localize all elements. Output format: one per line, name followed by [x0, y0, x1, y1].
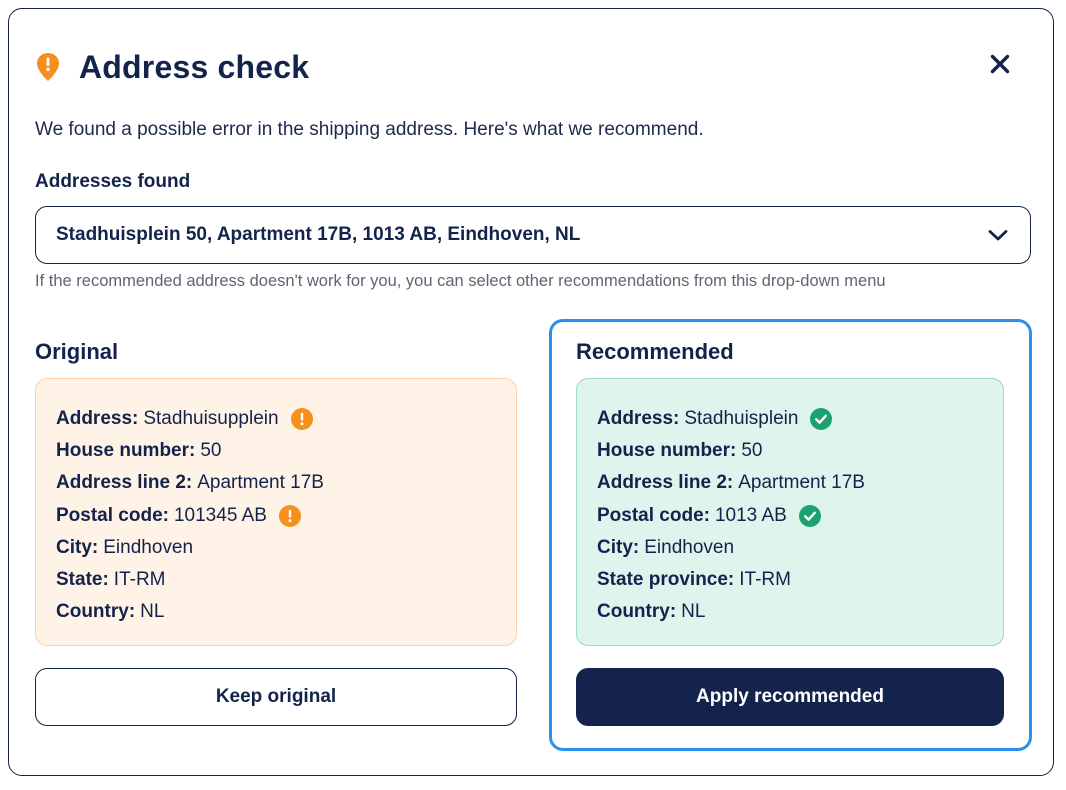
recommended-heading: Recommended [576, 339, 734, 364]
field-value: Apartment 17B [738, 472, 865, 494]
dialog-header: Address check [35, 47, 309, 87]
recommended-city-row: City: Eindhoven [597, 532, 983, 564]
warning-icon [278, 504, 301, 527]
recommended-postal-code-row: Postal code: 1013 AB [597, 500, 983, 532]
warning-icon [290, 408, 313, 431]
field-label: City: [56, 536, 99, 558]
field-value: IT-RM [739, 569, 791, 591]
close-button[interactable] [985, 49, 1015, 79]
field-label: Address: [56, 408, 139, 429]
address-check-dialog: Address check We found a possible error … [8, 8, 1054, 776]
original-address-row: Address: Stadhuisupplein [56, 403, 496, 435]
dialog-description: We found a possible error in the shippin… [35, 119, 704, 140]
selected-address: Stadhuisplein 50, Apartment 17B, 1013 AB… [56, 224, 581, 245]
field-label: City: [597, 536, 640, 558]
field-label: Address: [597, 408, 680, 429]
recommended-address-card: Address: Stadhuisplein House number: 50 … [576, 378, 1004, 646]
original-address-line-2-row: Address line 2: Apartment 17B [56, 467, 496, 499]
addresses-found-label: Addresses found [35, 171, 191, 192]
apply-recommended-button[interactable]: Apply recommended [576, 668, 1004, 726]
original-address-card: Address: Stadhuisupplein House number: 5… [35, 378, 517, 646]
field-value: IT-RM [113, 569, 166, 591]
field-value: Eindhoven [103, 536, 194, 558]
field-value: NL [681, 601, 706, 623]
field-label: Address line 2: [56, 472, 193, 494]
field-value: Eindhoven [644, 536, 735, 558]
field-label: Address line 2: [597, 472, 734, 494]
field-value: 1013 AB [714, 504, 787, 526]
field-label: Postal code: [597, 504, 710, 526]
close-icon [990, 54, 1010, 74]
warning-pin-icon [35, 52, 61, 82]
field-label: State: [56, 569, 109, 591]
field-value: Apartment 17B [197, 472, 324, 494]
field-value: Stadhuisplein [684, 408, 799, 429]
field-label: House number: [597, 440, 737, 462]
field-label: Country: [597, 601, 677, 623]
field-label: Country: [56, 601, 136, 623]
check-icon [810, 408, 833, 431]
field-value: NL [140, 601, 165, 623]
recommended-state-province-row: State province: IT-RM [597, 564, 983, 596]
chevron-down-icon [986, 223, 1010, 247]
field-label: House number: [56, 440, 196, 462]
recommended-address-row: Address: Stadhuisplein [597, 403, 983, 435]
field-value: 50 [741, 440, 763, 462]
dropdown-hint: If the recommended address doesn't work … [35, 272, 886, 290]
addresses-dropdown[interactable]: Stadhuisplein 50, Apartment 17B, 1013 AB… [35, 206, 1031, 264]
field-value: 101345 AB [173, 504, 267, 526]
recommended-house-number-row: House number: 50 [597, 435, 983, 467]
field-value: Stadhuisupplein [143, 408, 279, 429]
original-state-row: State: IT-RM [56, 564, 496, 596]
original-city-row: City: Eindhoven [56, 532, 496, 564]
keep-original-button[interactable]: Keep original [35, 668, 517, 726]
original-country-row: Country: NL [56, 596, 496, 628]
field-value: 50 [200, 440, 222, 462]
check-icon [798, 504, 821, 527]
original-postal-code-row: Postal code: 101345 AB [56, 500, 496, 532]
recommended-address-line-2-row: Address line 2: Apartment 17B [597, 467, 983, 499]
original-heading: Original [35, 339, 119, 364]
dialog-title: Address check [79, 48, 310, 85]
original-house-number-row: House number: 50 [56, 435, 496, 467]
field-label: Postal code: [56, 504, 169, 526]
recommended-country-row: Country: NL [597, 596, 983, 628]
field-label: State province: [597, 569, 735, 591]
